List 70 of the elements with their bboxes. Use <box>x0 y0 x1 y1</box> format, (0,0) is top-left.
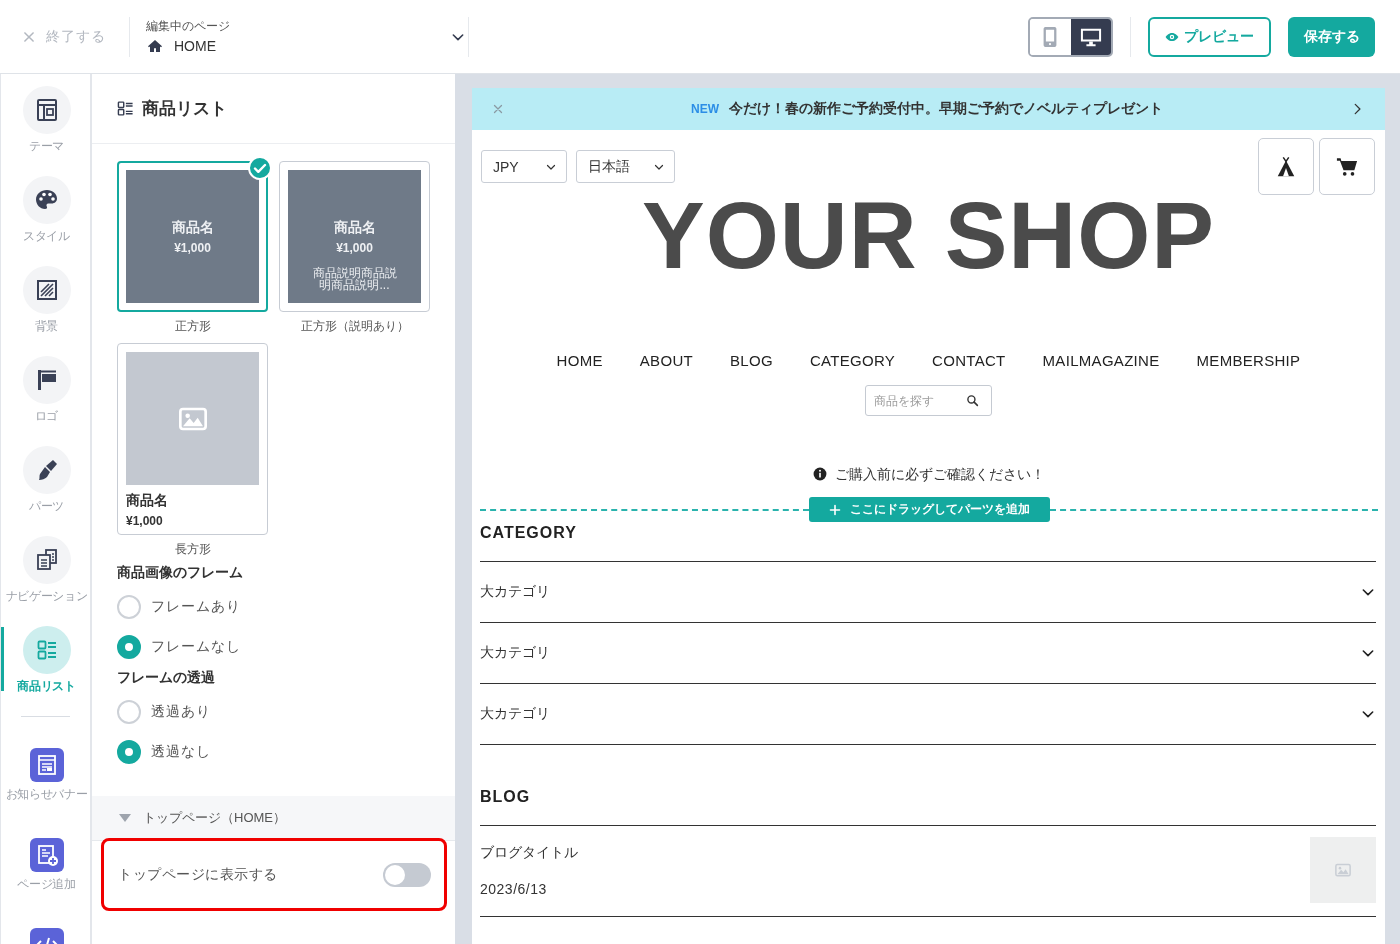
page-name[interactable]: HOME <box>174 35 216 56</box>
option-label: フレームなし <box>151 638 241 656</box>
category-item[interactable]: 大カテゴリ <box>480 623 1376 684</box>
radio-button[interactable] <box>117 700 141 724</box>
panel-title: 商品リスト <box>142 98 227 120</box>
nav-link[interactable]: CONTACT <box>932 351 1006 371</box>
add-page-icon <box>29 838 64 872</box>
layout-caption: 正方形（説明あり） <box>300 319 409 333</box>
desktop-view-button[interactable] <box>1070 18 1111 55</box>
product-name: 商品名 <box>171 218 214 236</box>
window-icon <box>29 748 64 782</box>
layout-caption: 正方形 <box>174 319 211 333</box>
new-label: NEW <box>691 102 719 116</box>
category-item[interactable]: 大カテゴリ <box>480 684 1376 745</box>
plus-icon <box>828 503 841 516</box>
announcement-text: 今だけ！春の新作ご予約受付中。早期ご予約でノベルティプレゼント <box>729 100 1163 118</box>
product-description: 商品説明商品説明商品説明... <box>311 267 398 291</box>
radio-button[interactable] <box>117 740 141 764</box>
post-title[interactable]: ブログタイトル <box>480 842 578 862</box>
option-label: 透過あり <box>151 703 211 721</box>
option-label: 透過なし <box>151 743 211 761</box>
info-icon <box>812 467 827 481</box>
cart-button[interactable] <box>1319 138 1375 195</box>
nav-link[interactable]: HOME <box>556 351 603 371</box>
search-icon[interactable] <box>966 394 979 407</box>
product-price: ¥1,000 <box>126 513 163 529</box>
product-name: 商品名 <box>333 218 376 236</box>
layout-card[interactable]: 商品名 ¥1,000 商品説明商品説明商品説明... <box>279 161 430 312</box>
product-name: 商品名 <box>126 491 168 509</box>
radio-button[interactable] <box>117 635 141 659</box>
notice-text: ご購入前に必ずご確認ください！ <box>834 465 1045 484</box>
group-title: フレームの透過 <box>117 668 215 687</box>
nav-link[interactable]: MEMBERSHIP <box>1196 351 1301 371</box>
tent-button[interactable] <box>1258 138 1314 195</box>
nav-link[interactable]: ABOUT <box>639 351 693 371</box>
home-icon <box>146 37 164 54</box>
section-header[interactable]: トップページ（HOME） <box>92 796 455 841</box>
language-select[interactable]: 日本語 <box>576 150 675 183</box>
list-icon <box>22 626 71 674</box>
toggle-label: トップページに表示する <box>118 865 278 884</box>
layout-card[interactable]: 商品名 ¥1,000 <box>117 343 268 535</box>
nav-link[interactable]: BLOG <box>730 351 773 371</box>
search-field[interactable]: 商品を探す <box>865 385 992 416</box>
image-icon <box>1334 861 1352 879</box>
brush-icon <box>22 446 71 494</box>
toggle-switch[interactable] <box>383 862 431 887</box>
product-price: ¥1,000 <box>174 240 211 256</box>
documents-icon <box>22 536 71 584</box>
option-label: フレームあり <box>151 598 241 616</box>
nav-link[interactable]: MAILMAGAZINE <box>1042 351 1160 371</box>
close-icon <box>22 29 36 44</box>
shop-logo[interactable]: YOUR SHOP <box>641 189 1216 283</box>
section-heading: BLOG <box>480 788 531 805</box>
post-date: 2023/6/13 <box>480 880 547 899</box>
section-heading: CATEGORY <box>480 524 577 541</box>
product-price: ¥1,000 <box>336 240 373 256</box>
layout-icon <box>22 86 71 134</box>
currency-select[interactable]: JPY <box>481 150 567 183</box>
category-item[interactable]: 大カテゴリ <box>480 562 1376 623</box>
nav-link[interactable]: CATEGORY <box>809 351 896 371</box>
cart-icon <box>1336 155 1358 178</box>
check-icon <box>248 156 272 180</box>
layout-caption: 長方形 <box>174 542 211 556</box>
signboard-icon <box>22 356 71 404</box>
list-icon <box>117 100 134 117</box>
tent-icon <box>1275 155 1297 178</box>
group-title: 商品画像のフレーム <box>117 563 243 582</box>
page-select-caption: 編集中のページ <box>146 17 230 34</box>
palette-icon <box>22 176 71 224</box>
radio-button[interactable] <box>117 595 141 619</box>
